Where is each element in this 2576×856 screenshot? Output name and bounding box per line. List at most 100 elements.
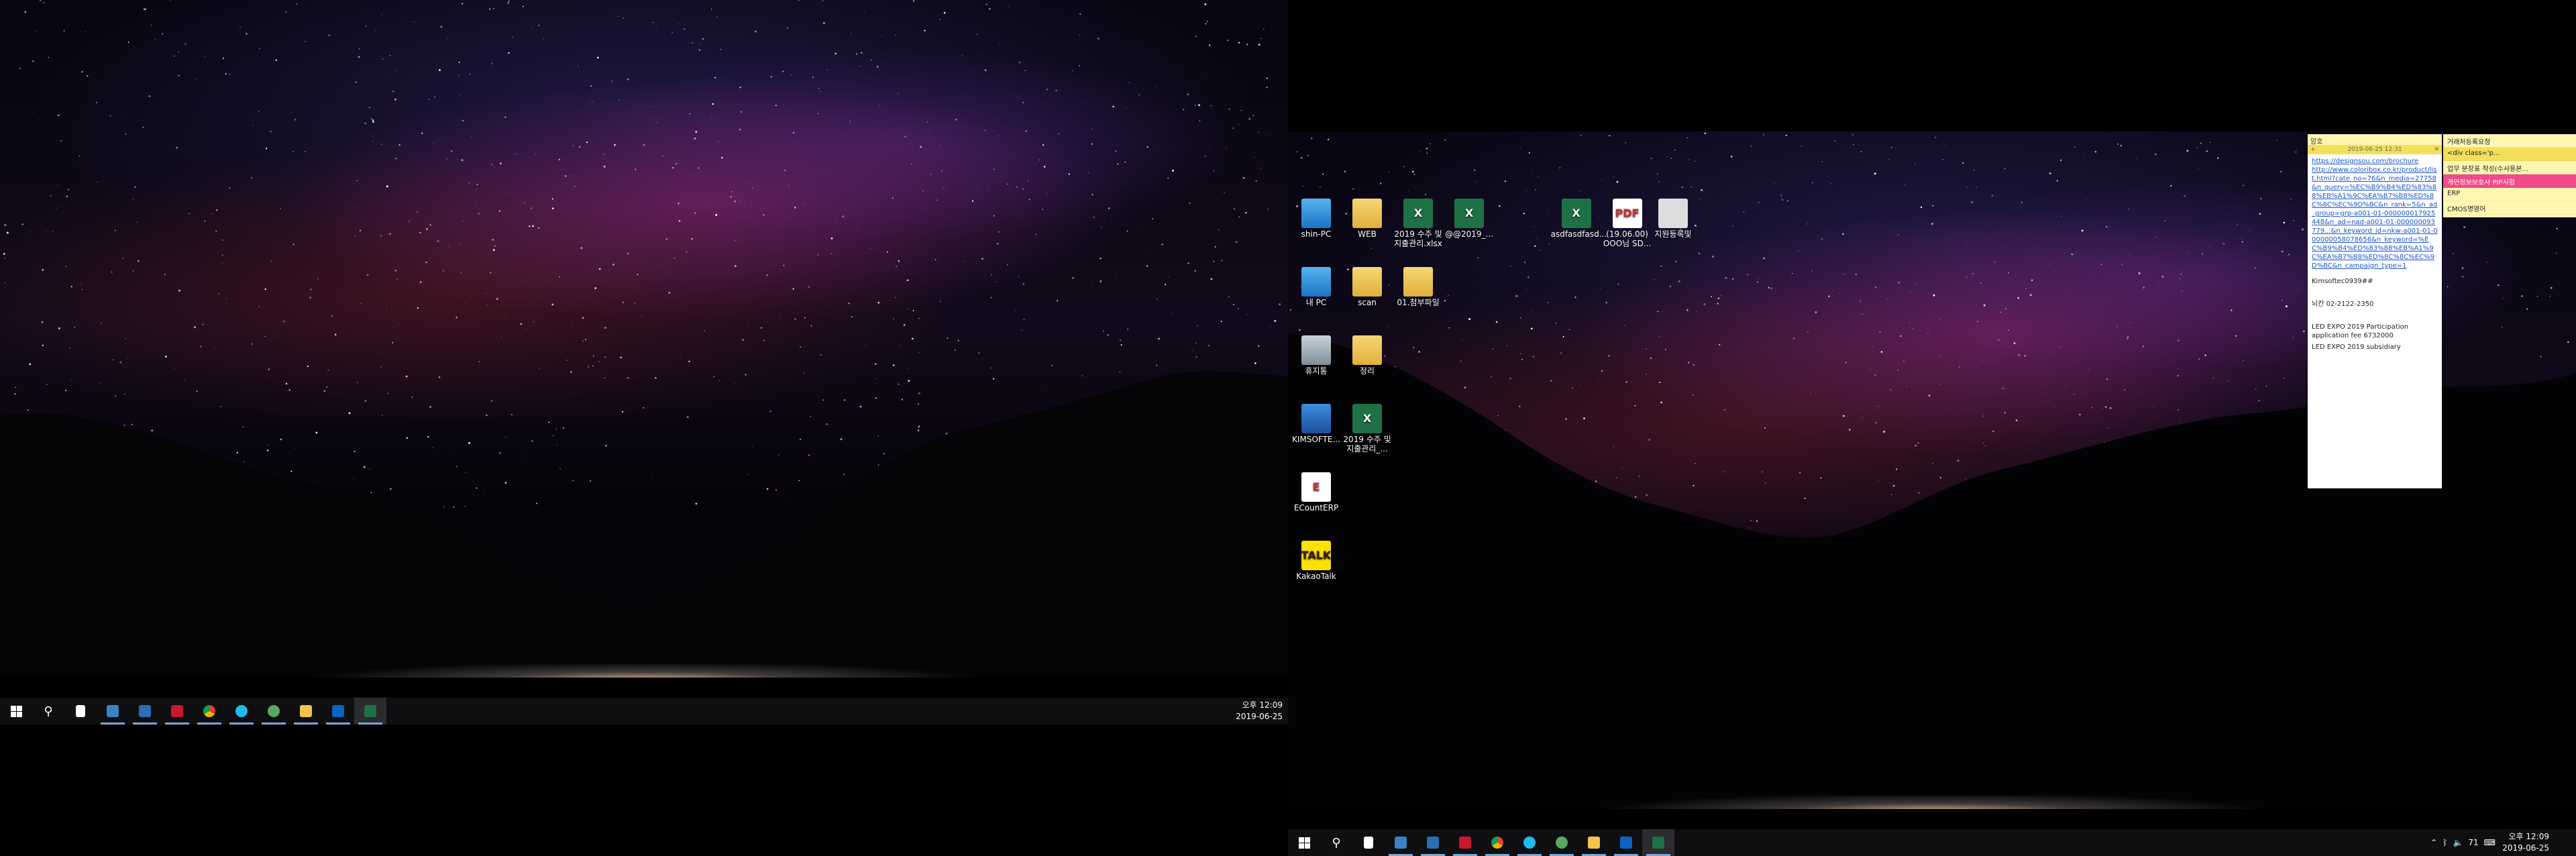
note-link[interactable]: https://designsou.com/brochure: [2312, 157, 2438, 166]
search-taskbar-button[interactable]: ⚲: [1320, 829, 1352, 856]
desktop-icon[interactable]: 정리: [1342, 335, 1393, 376]
note-row-selected[interactable]: 개인정보보호사 PIP시험: [2443, 174, 2576, 188]
excel-taskbar-button[interactable]: [354, 698, 386, 725]
note-line: LED EXPO 2019 Participation application …: [2312, 323, 2409, 339]
chevron-up-icon[interactable]: ⌃: [2430, 838, 2437, 847]
store-taskbar-button[interactable]: [129, 698, 161, 725]
windows-start-icon: [10, 705, 22, 717]
remote-desktop-icon: [107, 705, 119, 717]
desktop-icon-label: 01.첨부파일: [1397, 298, 1440, 307]
note-row[interactable]: 거래처등록요청: [2443, 134, 2576, 148]
flash-taskbar-button[interactable]: [161, 698, 193, 725]
outlook-taskbar-button[interactable]: [322, 698, 354, 725]
file-taskbar-button[interactable]: [64, 698, 97, 725]
desktop-icon[interactable]: shin-PC: [1291, 199, 1342, 239]
desktop-icon[interactable]: 내 PC: [1291, 267, 1342, 307]
bluetooth-icon[interactable]: ᛒ: [2443, 838, 2447, 847]
store-taskbar-button[interactable]: [1417, 829, 1449, 856]
desktop-icon[interactable]: WEB: [1342, 199, 1393, 239]
flash-taskbar-button[interactable]: [1449, 829, 1481, 856]
taskbar-clock[interactable]: 오후 12:09 2019-06-25: [2502, 831, 2549, 854]
search-icon: ⚲: [44, 704, 53, 718]
note-row[interactable]: CMOS명영어: [2443, 201, 2576, 215]
desktop-icon[interactable]: TALK KakaoTalk: [1291, 541, 1342, 581]
file-explorer-icon: [1588, 837, 1600, 849]
doc-icon: PDF: [1612, 199, 1642, 228]
excel-icon: X: [1454, 199, 1484, 228]
windows-start-taskbar-button[interactable]: [1288, 829, 1320, 856]
excel-taskbar-button[interactable]: [1642, 829, 1674, 856]
clock-time: 오후 12:09: [1242, 700, 1283, 710]
desktop-icon[interactable]: X @@2019_...: [1444, 199, 1495, 239]
note-row[interactable]: 업무 분장표 작성(수사용본...: [2443, 161, 2576, 174]
add-icon[interactable]: +: [2310, 146, 2316, 153]
desktop-icon[interactable]: Xasdfasdfasd...: [1550, 199, 1607, 239]
desktop-icon[interactable]: 01.첨부파일: [1393, 267, 1444, 307]
sticky-note-title: 암호: [2308, 134, 2442, 146]
ie-taskbar-button[interactable]: [225, 698, 258, 725]
ie-taskbar-button[interactable]: [1513, 829, 1546, 856]
file-explorer-taskbar-button[interactable]: [290, 698, 322, 725]
ie-icon: [235, 705, 248, 717]
chrome-icon: [203, 705, 215, 717]
file-taskbar-button[interactable]: [1352, 829, 1385, 856]
outlook-taskbar-button[interactable]: [1610, 829, 1642, 856]
search-taskbar-button[interactable]: ⚲: [32, 698, 64, 725]
desktop-icon[interactable]: E ECountERP: [1291, 472, 1342, 513]
desktop-icon[interactable]: 휴지통: [1291, 335, 1342, 376]
desktop-icon[interactable]: X 2019 수주 및 지출관리_...: [1342, 404, 1393, 453]
running-indicator: [229, 723, 254, 725]
folder-icon: [1403, 267, 1433, 297]
desktop-icon-label: WEB: [1358, 229, 1377, 239]
tray-text: 71: [2468, 838, 2479, 847]
excel-icon: [364, 705, 376, 717]
close-icon[interactable]: ✕: [2434, 146, 2439, 153]
sticky-note-body[interactable]: https://designsou.com/brochure http://ww…: [2308, 154, 2442, 354]
desktop-icon[interactable]: KIMSOFTE...: [1291, 404, 1342, 444]
store-icon: [1427, 837, 1439, 849]
flash-icon: [1459, 837, 1471, 849]
desktop-icon-label: KIMSOFTE...: [1292, 435, 1340, 444]
remote-desktop-taskbar-button[interactable]: [97, 698, 129, 725]
ground: [1288, 809, 2576, 829]
taskbar: ⚲ ⌃ ᛒ 🔈 71 ⌨ 오후 12:09 2019-06-25: [1288, 829, 2576, 856]
chrome-taskbar-button[interactable]: [193, 698, 225, 725]
note-row[interactable]: <div class='p...: [2443, 148, 2576, 161]
bin-icon: [1301, 335, 1331, 365]
talk-icon: TALK: [1301, 541, 1331, 570]
remote-icon: [1301, 404, 1331, 433]
note-line: [2312, 311, 2438, 320]
volume-icon[interactable]: 🔈: [2453, 838, 2463, 847]
running-indicator: [101, 723, 125, 725]
note-row[interactable]: ERP: [2443, 188, 2576, 201]
outlook-icon: [1620, 837, 1632, 849]
network-taskbar-button[interactable]: [1546, 829, 1578, 856]
sticky-note-passwords[interactable]: 암호 + 2019-06-25 12:31 ✕ https://designso…: [2308, 134, 2442, 488]
file-explorer-taskbar-button[interactable]: [1578, 829, 1610, 856]
keyboard-icon[interactable]: ⌨: [2484, 838, 2496, 847]
remote-desktop-taskbar-button[interactable]: [1385, 829, 1417, 856]
note-link[interactable]: http://www.coloribox.co.kr/product/list.…: [2312, 166, 2438, 270]
desktop-icon-label: shin-PC: [1301, 229, 1332, 239]
sticky-note-todo[interactable]: 거래처등록요청 <div class='p... 업무 분장표 작성(수사용본.…: [2443, 134, 2576, 217]
file-explorer-icon: [300, 705, 312, 717]
ie-icon: [1523, 837, 1536, 849]
desktop-icon[interactable]: PDF (19.06.00) OOO님 SD...: [1602, 199, 1653, 248]
sticky-note-toolbar: + 2019-06-25 12:31 ✕: [2308, 145, 2442, 154]
windows-start-taskbar-button[interactable]: [0, 698, 32, 725]
pc-icon: [1301, 267, 1331, 297]
desktop-icon[interactable]: scan: [1342, 267, 1393, 307]
clock-date: 2019-06-25: [1236, 712, 1283, 721]
desktop-icon[interactable]: 지원등록및: [1648, 199, 1699, 239]
note-line: [2312, 288, 2438, 297]
network-taskbar-button[interactable]: [258, 698, 290, 725]
clock-time: 오후 12:09: [2508, 832, 2549, 841]
chrome-taskbar-button[interactable]: [1481, 829, 1513, 856]
note-line: 뇌칸 02-2122-2350: [2312, 301, 2374, 308]
desktop-icon-label: KakaoTalk: [1296, 572, 1336, 581]
remote-desktop-icon: [1395, 837, 1407, 849]
desktop-icon-label: asdfasdfasd...: [1550, 229, 1607, 239]
desktop-icon[interactable]: X 2019 수주 및 지출관리.xlsx: [1393, 199, 1444, 248]
excel-icon: X: [1352, 404, 1382, 433]
taskbar-clock[interactable]: 오후 12:09 2019-06-25: [1236, 700, 1283, 723]
